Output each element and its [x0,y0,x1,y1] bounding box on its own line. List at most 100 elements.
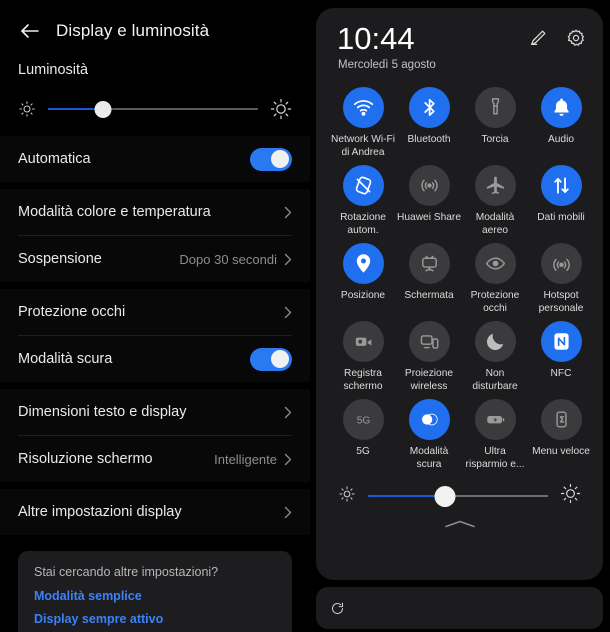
settings-group-auto: Automatica [0,136,310,182]
mobile-data-icon[interactable] [540,165,582,206]
group-divider [0,382,310,389]
quick-tile[interactable]: Rotazione autom. [330,165,396,239]
group-divider [0,482,310,489]
location-pin-icon[interactable] [342,243,384,284]
quick-tile-label: Schermata [404,290,454,301]
quick-tile[interactable]: Audio [528,87,594,161]
quick-tile[interactable]: Hotspot personale [528,243,594,317]
qs-brightness-slider-row [330,477,589,509]
row-label: Modalità colore e temperatura [18,204,211,220]
flashlight-icon[interactable] [474,87,516,128]
quick-tile[interactable]: NFC [528,321,594,395]
chevron-right-icon [284,453,292,466]
header-actions [528,22,589,48]
bluetooth-icon[interactable] [408,87,450,128]
screen-record-icon[interactable] [342,321,384,362]
quick-menu-icon[interactable] [540,399,582,440]
eye-icon[interactable] [474,243,516,284]
hotspot-icon[interactable] [540,243,582,284]
quick-tile[interactable]: 5G 5G [330,399,396,473]
modalita-scura-toggle[interactable] [250,347,292,371]
5g-icon[interactable]: 5G [342,399,384,440]
group-divider [0,282,310,289]
setting-row-protezione-occhi[interactable]: Protezione occhi [0,289,310,335]
row-label: Sospensione [18,251,102,267]
quick-tile-label: Menu veloce [532,446,590,457]
quick-tile-label: Ultra risparmio e... [465,446,525,470]
brightness-slider[interactable] [48,100,258,118]
setting-row-modalita-colore[interactable]: Modalità colore e temperatura [0,189,310,235]
quick-tile[interactable]: Torcia [462,87,528,161]
battery-saver-icon[interactable] [474,399,516,440]
quick-tile-label: Huawei Share [397,212,461,223]
arrow-left-icon[interactable] [18,19,42,43]
moon-icon[interactable] [474,321,516,362]
quick-tile-label: Dati mobili [537,212,585,223]
quick-tile[interactable]: Non disturbare [462,321,528,395]
row-value-group [277,306,292,319]
cast-icon[interactable] [408,321,450,362]
automatica-toggle[interactable] [250,147,292,171]
quick-tile-label: Protezione occhi [470,290,520,314]
quick-tile[interactable]: Modalità aereo [462,165,528,239]
settings-group-other: Altre impostazioni display [0,489,310,535]
quick-tile[interactable]: Dati mobili [528,165,594,239]
group-divider [0,182,310,189]
wifi-icon[interactable] [342,87,384,128]
chevron-up-icon [444,520,475,528]
quick-tile-label: Rotazione autom. [340,212,386,236]
quick-tile[interactable]: Protezione occhi [462,243,528,317]
quick-tile[interactable]: Ultra risparmio e... [462,399,528,473]
quick-tile-label: 5G [356,446,370,457]
quick-tile[interactable]: Proiezione wireless [396,321,462,395]
row-value-group: Intelligente [214,452,292,467]
quick-tile-label: Proiezione wireless [404,368,454,392]
setting-row-sospensione[interactable]: Sospensione Dopo 30 secondi [0,236,310,282]
display-settings-pane: Display e luminosità Luminosità Automati… [0,0,310,632]
rotation-lock-icon[interactable] [342,165,384,206]
quick-tile-label: Modalità scura [409,446,449,470]
setting-row-modalita-scura[interactable]: Modalità scura [0,336,310,382]
quick-tile-label: Non disturbare [472,368,518,392]
hint-link-display-sempre-attivo[interactable]: Display sempre attivo [34,612,276,626]
hint-link-modalita-semplice[interactable]: Modalità semplice [34,589,276,603]
row-value: Dopo 30 secondi [179,251,277,267]
quick-tile[interactable]: Registra schermo [330,321,396,395]
quick-tile-label: Bluetooth [407,134,451,145]
settings-group-color: Modalità colore e temperatura Sospension… [0,189,310,282]
settings-group-eye: Protezione occhi Modalità scura [0,289,310,382]
bell-icon[interactable] [540,87,582,128]
setting-row-altre-impostazioni[interactable]: Altre impostazioni display [0,489,310,535]
quick-tile-label: Posizione [340,290,386,301]
huawei-share-icon[interactable] [408,165,450,206]
chevron-right-icon [284,206,292,219]
quick-tile[interactable]: Modalità scura [396,399,462,473]
quick-tile[interactable]: Huawei Share [396,165,462,239]
row-label: Modalità scura [18,351,113,367]
row-label: Dimensioni testo e display [18,404,187,420]
pencil-icon[interactable] [528,28,548,48]
refresh-icon[interactable] [330,601,345,616]
gear-icon[interactable] [566,28,586,48]
slider-knob[interactable] [434,485,456,507]
quick-tile[interactable]: Posizione [330,243,396,317]
quick-settings-header: 10:44 Mercoledì 5 agosto [330,22,589,71]
quick-tile-label: Torcia [481,134,509,145]
dark-mode-icon[interactable] [408,399,450,440]
quick-tile[interactable]: Schermata [396,243,462,317]
quick-tile[interactable]: Bluetooth [396,87,462,161]
setting-row-dimensioni-testo[interactable]: Dimensioni testo e display [0,389,310,435]
screenshot-icon[interactable] [408,243,450,284]
setting-row-risoluzione-schermo[interactable]: Risoluzione schermo Intelligente [0,436,310,482]
panel-collapse-handle[interactable] [330,519,589,529]
brightness-section: Luminosità [0,62,310,124]
svg-text:5G: 5G [356,416,370,427]
slider-knob[interactable] [94,100,112,118]
qs-brightness-slider[interactable] [368,485,548,507]
quick-tile[interactable]: Network Wi-Fi di Andrea [330,87,396,161]
slider-fill [368,494,446,498]
airplane-icon[interactable] [474,165,516,206]
quick-tile[interactable]: Menu veloce [528,399,594,473]
setting-row-automatica[interactable]: Automatica [0,136,310,182]
nfc-icon[interactable] [540,321,582,362]
